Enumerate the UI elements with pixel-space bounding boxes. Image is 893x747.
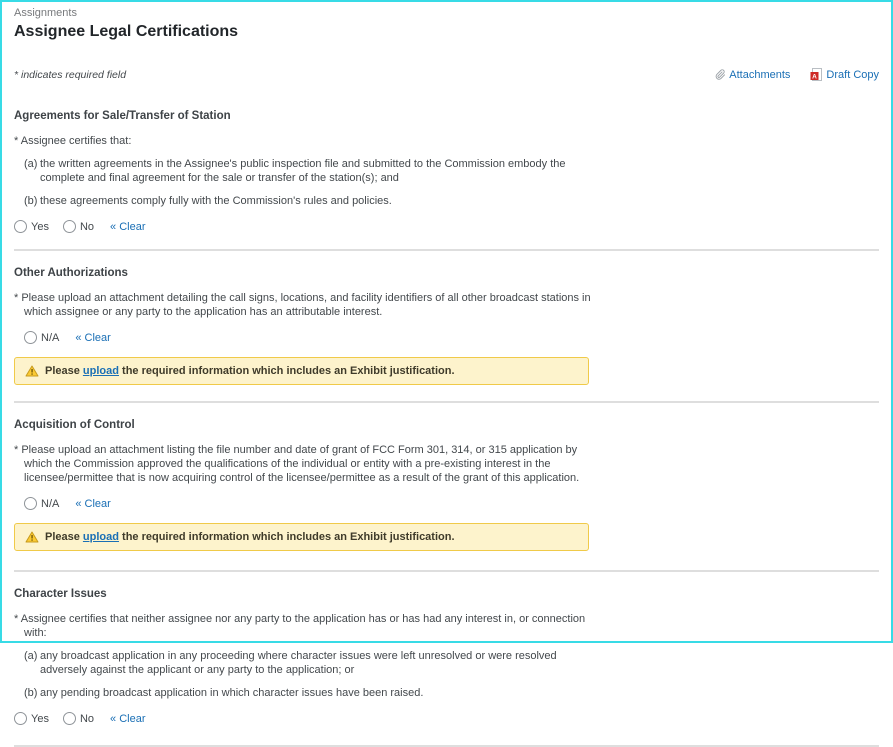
item-label: (a) bbox=[24, 649, 40, 677]
radio-option-na[interactable]: N/A bbox=[24, 497, 59, 510]
section-intro: * Assignee certifies that: bbox=[14, 134, 600, 148]
pdf-icon: A bbox=[810, 68, 822, 81]
section-intro: * Assignee certifies that neither assign… bbox=[14, 612, 600, 640]
paperclip-icon bbox=[714, 69, 725, 80]
radio-option-yes[interactable]: Yes bbox=[14, 712, 49, 725]
radio-button-icon bbox=[63, 712, 76, 725]
item-text: any broadcast application in any proceed… bbox=[40, 649, 585, 677]
radio-label: Yes bbox=[31, 713, 49, 725]
radio-button-icon bbox=[63, 220, 76, 233]
section-divider bbox=[14, 570, 879, 572]
section-heading: Character Issues bbox=[14, 587, 879, 601]
draft-copy-link[interactable]: A Draft Copy bbox=[810, 68, 879, 81]
clear-link[interactable]: « Clear bbox=[110, 221, 145, 233]
radio-option-yes[interactable]: Yes bbox=[14, 220, 49, 233]
radio-label: N/A bbox=[41, 332, 59, 344]
upload-warning-banner: Please upload the required information w… bbox=[14, 357, 589, 385]
item-text: the written agreements in the Assignee's… bbox=[40, 157, 585, 185]
section-divider bbox=[14, 249, 879, 251]
radio-group-acquisition: N/A « Clear bbox=[24, 497, 879, 510]
section-acquisition-of-control: Acquisition of Control * Please upload a… bbox=[14, 418, 879, 551]
item-label: (a) bbox=[24, 157, 40, 185]
section-character-issues: Character Issues * Assignee certifies th… bbox=[14, 587, 879, 725]
attachments-link[interactable]: Attachments bbox=[714, 69, 790, 81]
warning-icon bbox=[25, 531, 39, 543]
svg-text:A: A bbox=[813, 73, 818, 80]
required-field-note: * indicates required field bbox=[14, 69, 126, 81]
radio-label: No bbox=[80, 713, 94, 725]
upload-link[interactable]: upload bbox=[83, 531, 119, 543]
section-intro: * Please upload an attachment detailing … bbox=[14, 291, 600, 319]
page-container: Assignments Assignee Legal Certification… bbox=[2, 2, 891, 747]
warning-text-suffix: the required information which includes … bbox=[119, 365, 455, 377]
radio-button-icon bbox=[14, 712, 27, 725]
certification-item-b: (b) these agreements comply fully with t… bbox=[24, 194, 879, 208]
radio-option-no[interactable]: No bbox=[63, 712, 94, 725]
warning-text-suffix: the required information which includes … bbox=[119, 531, 455, 543]
breadcrumb[interactable]: Assignments bbox=[14, 7, 879, 20]
item-label: (b) bbox=[24, 686, 40, 700]
page-title: Assignee Legal Certifications bbox=[14, 22, 879, 42]
warning-text: Please upload the required information w… bbox=[45, 365, 455, 377]
certification-item-b: (b) any pending broadcast application in… bbox=[24, 686, 879, 700]
warning-text-prefix: Please bbox=[45, 365, 83, 377]
radio-label: Yes bbox=[31, 221, 49, 233]
upload-warning-banner: Please upload the required information w… bbox=[14, 523, 589, 551]
draft-copy-label: Draft Copy bbox=[826, 69, 879, 81]
section-intro: * Please upload an attachment listing th… bbox=[14, 443, 600, 485]
section-divider bbox=[14, 401, 879, 403]
clear-link[interactable]: « Clear bbox=[75, 498, 110, 510]
radio-label: No bbox=[80, 221, 94, 233]
clear-link[interactable]: « Clear bbox=[75, 332, 110, 344]
attachments-label: Attachments bbox=[729, 69, 790, 81]
certification-item-a: (a) the written agreements in the Assign… bbox=[24, 157, 879, 185]
radio-button-icon bbox=[24, 331, 37, 344]
radio-group-agreements: Yes No « Clear bbox=[14, 220, 879, 233]
section-heading: Other Authorizations bbox=[14, 266, 879, 280]
warning-text-prefix: Please bbox=[45, 531, 83, 543]
clear-link[interactable]: « Clear bbox=[110, 713, 145, 725]
item-text: these agreements comply fully with the C… bbox=[40, 194, 392, 208]
radio-button-icon bbox=[14, 220, 27, 233]
section-other-authorizations: Other Authorizations * Please upload an … bbox=[14, 266, 879, 385]
warning-icon bbox=[25, 365, 39, 377]
radio-option-na[interactable]: N/A bbox=[24, 331, 59, 344]
section-heading: Acquisition of Control bbox=[14, 418, 879, 432]
meta-row: * indicates required field Attachments A… bbox=[14, 68, 879, 81]
upload-link[interactable]: upload bbox=[83, 365, 119, 377]
radio-option-no[interactable]: No bbox=[63, 220, 94, 233]
item-text: any pending broadcast application in whi… bbox=[40, 686, 423, 700]
certification-item-a: (a) any broadcast application in any pro… bbox=[24, 649, 879, 677]
radio-group-other-authorizations: N/A « Clear bbox=[24, 331, 879, 344]
warning-text: Please upload the required information w… bbox=[45, 531, 455, 543]
radio-group-character-issues: Yes No « Clear bbox=[14, 712, 879, 725]
section-heading: Agreements for Sale/Transfer of Station bbox=[14, 109, 879, 123]
radio-label: N/A bbox=[41, 498, 59, 510]
item-label: (b) bbox=[24, 194, 40, 208]
radio-button-icon bbox=[24, 497, 37, 510]
section-agreements: Agreements for Sale/Transfer of Station … bbox=[14, 109, 879, 233]
